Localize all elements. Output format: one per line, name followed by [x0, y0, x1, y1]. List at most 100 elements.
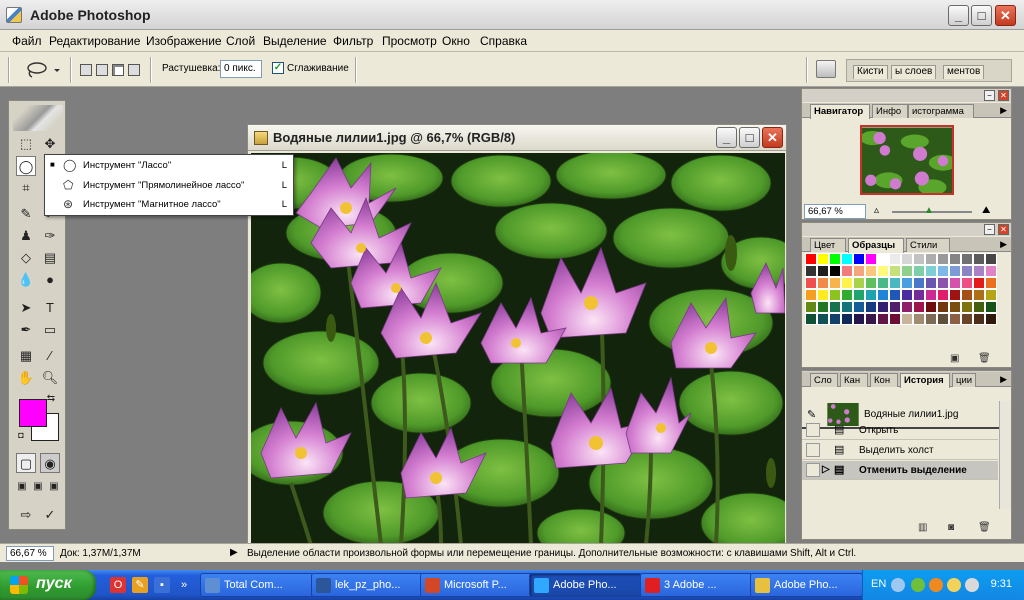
- jump-to-imageready-icon[interactable]: ⇨: [16, 505, 36, 525]
- tab-channels[interactable]: Кан: [840, 373, 868, 387]
- document-title-bar[interactable]: Водяные лилии1.jpg @ 66,7% (RGB/8) _ □ ✕: [248, 125, 786, 151]
- color-swatch[interactable]: [817, 265, 829, 277]
- healing-brush-icon[interactable]: ✎: [16, 204, 36, 224]
- delete-swatch-icon[interactable]: 🗑︎: [978, 353, 991, 364]
- color-swatch[interactable]: [841, 289, 853, 301]
- marquee-tool-icon[interactable]: ⬚: [16, 134, 36, 154]
- tray-antivirus-icon[interactable]: [929, 578, 943, 592]
- notes-tool-icon[interactable]: ▦: [16, 346, 36, 366]
- color-swatch[interactable]: [901, 253, 913, 265]
- screen-mode-full-icon[interactable]: ▣: [46, 479, 62, 495]
- color-swatch[interactable]: [913, 289, 925, 301]
- well-tab-tool-presets[interactable]: ментов: [943, 65, 985, 79]
- color-swatch[interactable]: [805, 301, 817, 313]
- color-swatch[interactable]: [841, 313, 853, 325]
- color-swatch[interactable]: [985, 313, 997, 325]
- color-swatch[interactable]: [889, 289, 901, 301]
- color-swatch[interactable]: [889, 253, 901, 265]
- color-swatch[interactable]: [961, 277, 973, 289]
- intersect-selection-mode[interactable]: [128, 64, 140, 76]
- crop-tool-icon[interactable]: ⌗: [16, 178, 36, 198]
- color-swatch[interactable]: [877, 289, 889, 301]
- tray-network-icon[interactable]: [947, 578, 961, 592]
- taskbar-item-word[interactable]: lek_pz_pho...: [311, 573, 424, 597]
- status-menu-arrow-icon[interactable]: ▶: [230, 547, 238, 558]
- minimize-button[interactable]: _: [948, 5, 969, 26]
- color-swatch[interactable]: [865, 277, 877, 289]
- maximize-button[interactable]: □: [971, 5, 992, 26]
- color-swatch[interactable]: [865, 265, 877, 277]
- history-source-box[interactable]: [806, 423, 820, 437]
- color-swatch[interactable]: [817, 301, 829, 313]
- screen-mode-standard-icon[interactable]: ▣: [14, 479, 30, 495]
- color-swatch[interactable]: [925, 265, 937, 277]
- zoom-tool-icon[interactable]: 🔍︎: [40, 368, 60, 388]
- color-swatch[interactable]: [949, 289, 961, 301]
- color-swatch[interactable]: [925, 277, 937, 289]
- panel-menu-icon[interactable]: ▶: [1000, 374, 1007, 385]
- color-swatch[interactable]: [889, 313, 901, 325]
- standard-mode-icon[interactable]: ▢: [16, 453, 36, 473]
- well-tab-layer-comps[interactable]: ы слоев: [891, 65, 937, 79]
- history-source-box[interactable]: [806, 443, 820, 457]
- color-swatch[interactable]: [913, 253, 925, 265]
- taskbar-item-total-commander[interactable]: Total Com...: [200, 573, 313, 597]
- color-swatch[interactable]: [901, 313, 913, 325]
- color-swatch[interactable]: [841, 253, 853, 265]
- hand-tool-icon[interactable]: ✋: [16, 368, 36, 388]
- eraser-tool-icon[interactable]: ◇: [16, 248, 36, 268]
- color-swatch[interactable]: [901, 265, 913, 277]
- color-swatch[interactable]: [925, 313, 937, 325]
- gradient-tool-icon[interactable]: ▤: [40, 248, 60, 268]
- color-swatch[interactable]: [853, 289, 865, 301]
- color-swatch[interactable]: [817, 253, 829, 265]
- color-swatch[interactable]: [973, 301, 985, 313]
- color-swatch[interactable]: [805, 265, 817, 277]
- color-swatch[interactable]: [925, 301, 937, 313]
- color-swatch[interactable]: [829, 277, 841, 289]
- color-swatch[interactable]: [841, 277, 853, 289]
- menu-window[interactable]: Окно: [442, 34, 470, 48]
- color-swatch[interactable]: [841, 301, 853, 313]
- well-tab-brushes[interactable]: Кисти: [853, 65, 888, 79]
- zoom-out-icon[interactable]: ▵: [874, 205, 879, 216]
- shape-tool-icon[interactable]: ▭: [40, 320, 60, 340]
- menu-select[interactable]: Выделение: [263, 34, 327, 48]
- color-swatch[interactable]: [829, 301, 841, 313]
- panel-menu-icon[interactable]: ▶: [1000, 239, 1007, 250]
- color-swatch[interactable]: [877, 253, 889, 265]
- color-swatch[interactable]: [913, 277, 925, 289]
- quicklaunch-opera-icon[interactable]: O: [110, 577, 126, 593]
- create-snapshot-icon[interactable]: ◙: [948, 522, 954, 533]
- flyout-item-polygonal-lasso[interactable]: ⬠ Инструмент "Прямолинейное лассо" L: [45, 176, 293, 195]
- color-swatch[interactable]: [829, 253, 841, 265]
- panel-close-button[interactable]: ✕: [998, 90, 1009, 101]
- color-swatch[interactable]: [817, 313, 829, 325]
- screen-mode-full-menu-icon[interactable]: ▣: [30, 479, 46, 495]
- menu-view[interactable]: Просмотр: [382, 34, 437, 48]
- path-selection-icon[interactable]: ➤: [16, 298, 36, 318]
- tray-app-icon[interactable]: [911, 578, 925, 592]
- color-swatch[interactable]: [961, 265, 973, 277]
- color-swatch[interactable]: [949, 277, 961, 289]
- clone-stamp-icon[interactable]: ♟: [16, 226, 36, 246]
- color-swatch[interactable]: [805, 253, 817, 265]
- lasso-tool-icon[interactable]: ◯: [16, 156, 36, 176]
- zoom-slider-knob[interactable]: ▲: [924, 205, 934, 216]
- color-swatch[interactable]: [925, 289, 937, 301]
- history-source-box[interactable]: [806, 463, 820, 477]
- default-colors-icon[interactable]: ◘: [15, 429, 27, 441]
- doc-close-button[interactable]: ✕: [762, 127, 783, 148]
- color-swatch[interactable]: [961, 253, 973, 265]
- tab-history[interactable]: История: [900, 373, 950, 388]
- pen-tool-icon[interactable]: ✒: [16, 320, 36, 340]
- color-swatch[interactable]: [973, 265, 985, 277]
- color-swatch[interactable]: [901, 289, 913, 301]
- close-button[interactable]: ✕: [995, 5, 1016, 26]
- navigator-zoom-field[interactable]: 66,67 %: [804, 204, 866, 219]
- color-swatch[interactable]: [985, 277, 997, 289]
- add-to-selection-mode[interactable]: [96, 64, 108, 76]
- tool-preset-picker[interactable]: [24, 60, 64, 80]
- color-swatch[interactable]: [889, 277, 901, 289]
- delete-state-icon[interactable]: 🗑︎: [978, 522, 991, 533]
